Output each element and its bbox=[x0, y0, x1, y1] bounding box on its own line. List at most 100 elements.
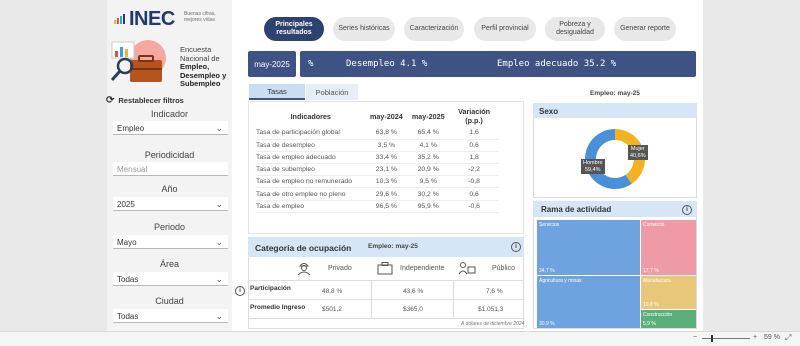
mujer-data-label: Mujer 40,6% bbox=[628, 145, 648, 160]
cell-curr: 95,9 % bbox=[407, 200, 450, 213]
ciudad-dropdown[interactable]: Todas ⌄ bbox=[113, 309, 228, 323]
cell-name: Tasa de desempleo bbox=[256, 139, 366, 152]
right-margin bbox=[703, 0, 800, 331]
periodicidad-field[interactable]: Mensual bbox=[113, 162, 228, 176]
col-independiente: Independiente bbox=[400, 265, 445, 272]
ingreso-independiente: $365,0 bbox=[403, 306, 423, 313]
survey-illustration-icon bbox=[110, 40, 166, 82]
treemap-agricultura: Agricultura y minas 30,9 % bbox=[537, 276, 640, 328]
cell-name: Tasa de empleo no remunerado bbox=[256, 175, 366, 189]
hombre-data-label: Hombre 59,4% bbox=[581, 159, 605, 174]
tab-perfil-provincial[interactable]: Perfil provincial bbox=[474, 17, 536, 41]
ingreso-publico: $1.051,3 bbox=[478, 306, 504, 313]
header-indicadores: Indicadores bbox=[290, 111, 331, 121]
tab-series-historicas[interactable]: Series históricas bbox=[333, 17, 395, 41]
zoom-in-button[interactable]: + bbox=[753, 334, 757, 341]
tab-caracterizacion[interactable]: Caracterización bbox=[404, 17, 464, 41]
cell-name: Tasa de subempleo bbox=[256, 163, 366, 177]
cell-var: 1,6 bbox=[449, 127, 499, 140]
cell-prev: 96,5 % bbox=[365, 200, 408, 213]
worker-icon bbox=[297, 263, 311, 275]
cell-prev: 3,5 % bbox=[365, 139, 408, 152]
indicador-dropdown[interactable]: Empleo ⌄ bbox=[113, 121, 228, 135]
table-row: Tasa de empleo adecuado 33,4 % 35,2 % 1,8 bbox=[256, 151, 499, 165]
inec-logo-text: INEC bbox=[129, 8, 175, 30]
treemap-comercio: Comercio 17,7 % bbox=[641, 220, 696, 275]
header-curr: may-2025 bbox=[411, 111, 445, 121]
banner-desempleo: Desempleo 4.1 % bbox=[346, 59, 428, 69]
inec-logo-icon bbox=[114, 14, 125, 24]
ocupacion-title: Categoría de ocupación bbox=[255, 243, 352, 253]
treemap-servicios: Servicios 34,7 % bbox=[537, 220, 640, 275]
area-dropdown[interactable]: Todas ⌄ bbox=[113, 272, 228, 286]
header-variacion: Variación (p.p.) bbox=[458, 107, 491, 125]
cell-curr: 65,4 % bbox=[407, 127, 450, 140]
banner-empleo-adecuado: Empleo adecuado 35.2 % bbox=[497, 59, 617, 69]
indicators-table: Indicadores may-2024 may-2025 Variación … bbox=[256, 107, 499, 213]
empleo-caption: Empleo: may-25 bbox=[590, 90, 640, 97]
table-row: Tasa de desempleo 3,5 % 4,1 % 0,6 bbox=[256, 139, 499, 152]
cell-curr: 30,2 % bbox=[407, 187, 450, 201]
cell-prev: 23,1 % bbox=[365, 163, 408, 177]
survey-title: Encuesta Nacional de Empleo, Desempleo y… bbox=[180, 45, 227, 88]
col-privado: Privado bbox=[328, 265, 352, 272]
sexo-title: Sexo bbox=[539, 107, 559, 116]
tab-generar-reporte[interactable]: Generar reporte bbox=[614, 17, 676, 41]
table-row: Tasa de participación global 63,8 % 65,4 %… bbox=[256, 127, 499, 140]
table-row: Tasa de empleo no remunerado 10,3 % 9,5 % -… bbox=[256, 175, 499, 189]
cell-curr: 4,1 % bbox=[407, 139, 450, 152]
ciudad-label: Ciudad bbox=[155, 296, 184, 306]
cell-var: -2,2 bbox=[449, 163, 499, 177]
ocupacion-footnote: A dólares de diciembre 2024 bbox=[461, 321, 525, 327]
banner-percent: % bbox=[308, 59, 314, 69]
cell-prev: 29,6 % bbox=[365, 187, 408, 201]
chevron-down-icon: ⌄ bbox=[215, 199, 223, 209]
tab-principales-resultados[interactable]: Principales resultados bbox=[264, 17, 324, 41]
participacion-privado: 48,8 % bbox=[322, 288, 343, 295]
anio-dropdown[interactable]: 2025 ⌄ bbox=[113, 197, 228, 211]
refresh-icon: ⟳ bbox=[106, 95, 115, 106]
chevron-down-icon: ⌄ bbox=[215, 274, 223, 284]
participacion-publico: 7,6 % bbox=[486, 288, 503, 295]
zoom-out-button[interactable]: − bbox=[693, 334, 697, 341]
grid-line bbox=[371, 280, 372, 318]
tab-tasas[interactable]: Tasas bbox=[249, 84, 305, 100]
cell-var: 0,6 bbox=[449, 187, 499, 201]
periodo-dropdown[interactable]: Mayo ⌄ bbox=[113, 235, 228, 249]
cell-var: -0,6 bbox=[449, 200, 499, 213]
cell-var: 0,6 bbox=[449, 139, 499, 152]
period-badge: may-2025 bbox=[248, 51, 296, 77]
fit-page-icon[interactable]: ⤢ bbox=[785, 333, 791, 343]
cell-curr: 20,9 % bbox=[407, 163, 450, 177]
tab-poblacion[interactable]: Población bbox=[306, 84, 358, 100]
table-row: Tasa de subempleo 23,1 % 20,9 % -2,2 bbox=[256, 163, 499, 177]
cell-var: 1,8 bbox=[449, 151, 499, 165]
grid-line bbox=[248, 280, 524, 281]
row-participacion-label: Participación bbox=[250, 285, 291, 292]
info-icon[interactable]: i bbox=[235, 286, 245, 296]
chevron-down-icon: ⌄ bbox=[215, 311, 223, 321]
cell-prev: 33,4 % bbox=[365, 151, 408, 165]
grid-line bbox=[248, 318, 524, 319]
row-ingreso-label: Promedio Ingreso bbox=[250, 304, 306, 311]
zoom-slider[interactable] bbox=[702, 338, 750, 339]
cell-curr: 9,5 % bbox=[407, 175, 450, 189]
area-label: Área bbox=[159, 259, 179, 269]
table-row: Tasa de empleo 96,5 % 95,9 % -0,6 bbox=[256, 200, 499, 213]
tab-pobreza-desigualdad[interactable]: Pobreza y desigualdad bbox=[545, 17, 605, 41]
header-prev: may-2024 bbox=[370, 111, 403, 121]
grid-line bbox=[453, 280, 454, 318]
cell-name: Tasa de empleo adecuado bbox=[256, 151, 366, 165]
left-margin bbox=[0, 0, 107, 331]
info-icon[interactable]: i bbox=[682, 205, 692, 215]
grid-line bbox=[248, 299, 524, 300]
anio-label: Año bbox=[161, 184, 178, 194]
zoom-slider-thumb[interactable] bbox=[711, 335, 713, 342]
info-icon[interactable]: i bbox=[511, 242, 521, 252]
logo-tagline: Buenas cifras, mejores vidas bbox=[184, 11, 216, 23]
cell-name: Tasa de empleo bbox=[256, 200, 366, 213]
treemap-manufactura: Manufactura 10,8 % bbox=[641, 276, 696, 309]
ingreso-privado: $501,2 bbox=[322, 306, 342, 313]
ocupacion-caption: Empleo: may-25 bbox=[368, 243, 418, 250]
reset-filters-button[interactable]: ⟳ Restablecer filtros bbox=[106, 95, 184, 106]
